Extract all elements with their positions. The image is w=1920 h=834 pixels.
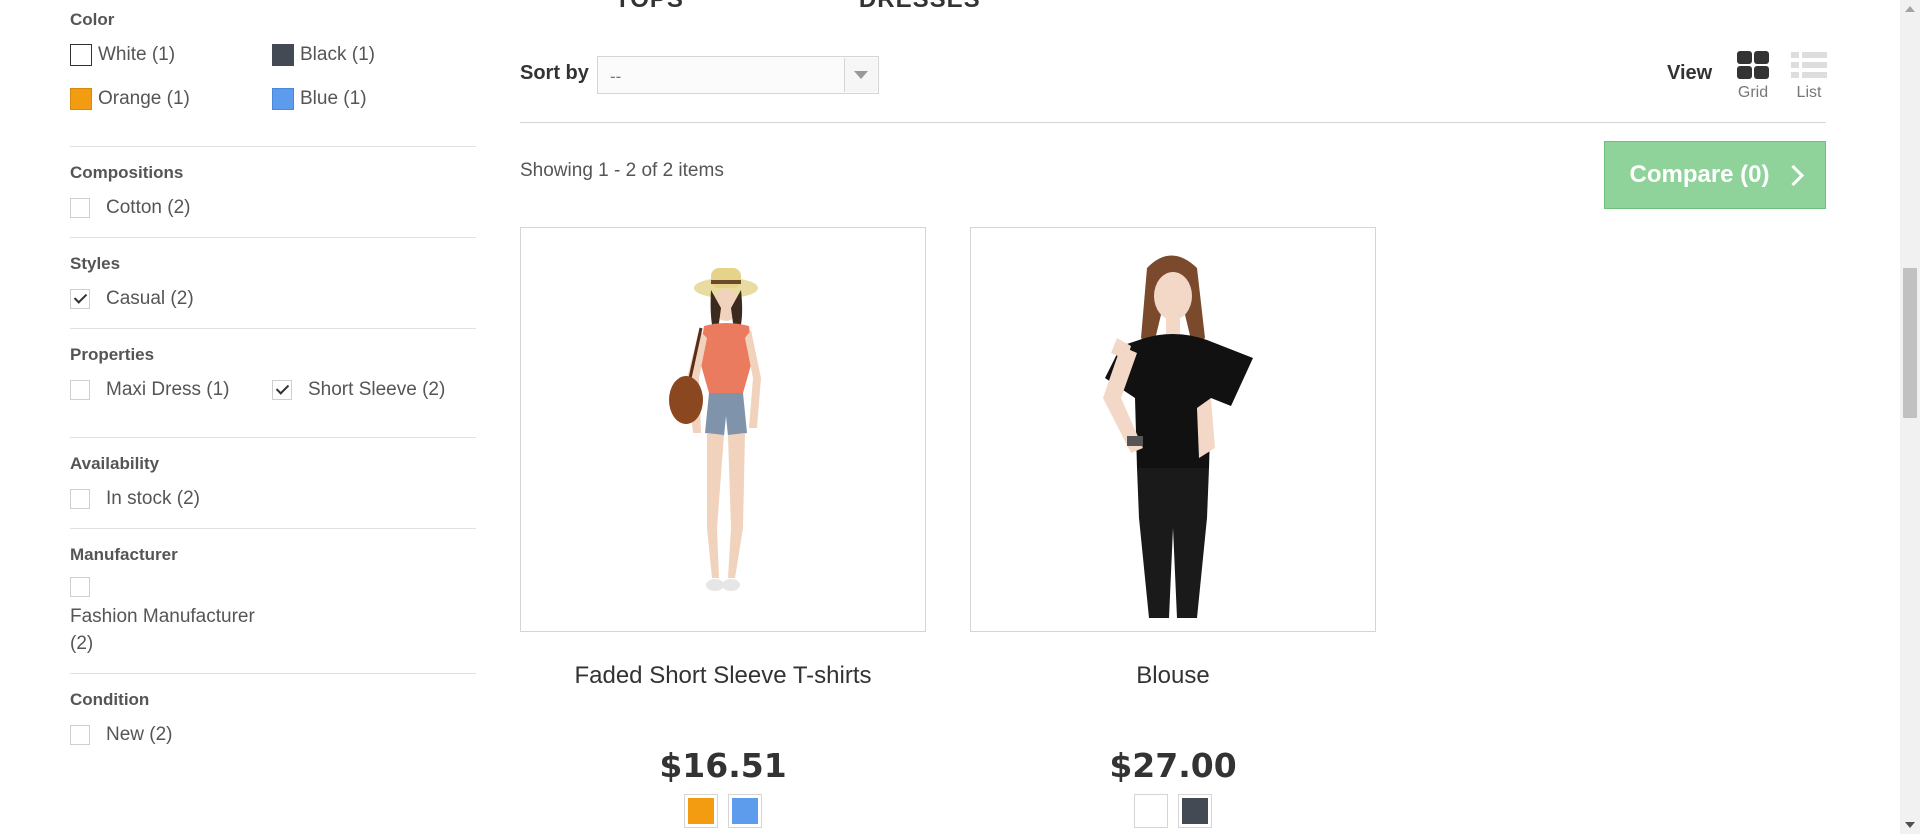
option-label: Orange (1) bbox=[98, 88, 190, 109]
filter-color: Color White (1) Black (1) Orange (1) Blu… bbox=[70, 0, 476, 147]
option-maxi-dress[interactable]: Maxi Dress (1) bbox=[70, 377, 272, 403]
product-photo-blouse bbox=[971, 228, 1375, 631]
page-scrollbar[interactable] bbox=[1900, 0, 1920, 834]
option-label: Blue (1) bbox=[300, 88, 367, 109]
filter-compositions: Compositions Cotton (2) bbox=[70, 163, 476, 238]
view-grid-label: Grid bbox=[1737, 84, 1769, 101]
filter-title: Styles bbox=[70, 254, 121, 273]
color-swatch[interactable] bbox=[70, 88, 92, 110]
option-cotton[interactable]: Cotton (2) bbox=[70, 195, 476, 221]
product-price: $16.51 bbox=[659, 746, 787, 785]
checkbox[interactable] bbox=[70, 489, 90, 509]
color-swatch[interactable] bbox=[272, 88, 294, 110]
option-label-line1: Fashion Manufacturer bbox=[70, 606, 255, 627]
option-label: In stock (2) bbox=[106, 488, 200, 509]
product-image[interactable] bbox=[520, 227, 926, 632]
product-card: Blouse $27.00 bbox=[970, 227, 1376, 828]
filter-sidebar: Color White (1) Black (1) Orange (1) Blu… bbox=[70, 0, 476, 780]
grid-icon bbox=[1736, 50, 1770, 80]
sort-select[interactable]: -- bbox=[597, 56, 879, 94]
color-swatch-blue[interactable] bbox=[728, 794, 762, 828]
option-short-sleeve[interactable]: Short Sleeve (2) bbox=[272, 377, 474, 403]
product-photo-tshirt bbox=[521, 228, 925, 631]
checkbox-checked[interactable] bbox=[272, 380, 292, 400]
color-option-orange[interactable]: Orange (1) bbox=[70, 86, 272, 112]
view-label: View bbox=[1667, 62, 1713, 84]
product-card: Faded Short Sleeve T-shirts $16.51 bbox=[520, 227, 926, 828]
option-label: New (2) bbox=[106, 724, 173, 745]
option-label-line2: (2) bbox=[70, 633, 94, 654]
option-label: Fashion Manufacturer (2) bbox=[70, 603, 476, 657]
sort-label: Sort by bbox=[520, 62, 589, 84]
list-icon bbox=[1791, 50, 1827, 80]
product-price: $27.00 bbox=[1109, 746, 1237, 785]
option-new[interactable]: New (2) bbox=[70, 722, 476, 748]
filter-title: Compositions bbox=[70, 163, 184, 182]
checkbox[interactable] bbox=[70, 577, 90, 597]
scroll-down-arrow-icon[interactable] bbox=[1905, 822, 1915, 828]
product-name[interactable]: Faded Short Sleeve T-shirts bbox=[520, 662, 926, 690]
color-swatch[interactable] bbox=[272, 44, 294, 66]
option-label: Maxi Dress (1) bbox=[106, 379, 230, 400]
checkbox[interactable] bbox=[70, 198, 90, 218]
product-image[interactable] bbox=[970, 227, 1376, 632]
filter-title: Properties bbox=[70, 345, 155, 364]
filter-title: Color bbox=[70, 10, 115, 29]
color-swatch[interactable] bbox=[70, 44, 92, 66]
chevron-down-icon[interactable] bbox=[844, 58, 877, 92]
view-list-button[interactable]: List bbox=[1791, 50, 1827, 102]
filter-properties: Properties Maxi Dress (1) Short Sleeve (… bbox=[70, 345, 476, 438]
filter-availability: Availability In stock (2) bbox=[70, 454, 476, 529]
view-grid-button[interactable]: Grid bbox=[1736, 50, 1770, 102]
product-color-list bbox=[970, 794, 1376, 828]
product-count: Showing 1 - 2 of 2 items bbox=[520, 160, 724, 181]
color-swatch-black[interactable] bbox=[1178, 794, 1212, 828]
product-name[interactable]: Blouse bbox=[970, 662, 1376, 690]
filter-styles: Styles Casual (2) bbox=[70, 254, 476, 329]
view-list-label: List bbox=[1796, 84, 1822, 101]
option-label: Black (1) bbox=[300, 44, 375, 65]
option-label: Short Sleeve (2) bbox=[308, 379, 446, 400]
filter-title: Manufacturer bbox=[70, 545, 178, 564]
option-label: Cotton (2) bbox=[106, 197, 191, 218]
filter-condition: Condition New (2) bbox=[70, 690, 476, 764]
sort-value: -- bbox=[610, 67, 622, 86]
filter-title: Availability bbox=[70, 454, 160, 473]
color-option-blue[interactable]: Blue (1) bbox=[272, 86, 474, 112]
option-fashion-manufacturer[interactable]: Fashion Manufacturer (2) bbox=[70, 577, 476, 657]
nav-dresses[interactable]: DRESSES bbox=[859, 0, 981, 13]
checkbox[interactable] bbox=[70, 380, 90, 400]
filter-manufacturer: Manufacturer Fashion Manufacturer (2) bbox=[70, 545, 476, 674]
checkbox[interactable] bbox=[70, 725, 90, 745]
color-option-white[interactable]: White (1) bbox=[70, 42, 272, 68]
option-casual[interactable]: Casual (2) bbox=[70, 286, 476, 312]
checkbox-checked[interactable] bbox=[70, 289, 90, 309]
color-swatch-orange[interactable] bbox=[684, 794, 718, 828]
color-swatch-white[interactable] bbox=[1134, 794, 1168, 828]
category-nav: TOPS DRESSES bbox=[615, 0, 1156, 14]
compare-label: Compare (0) bbox=[1629, 161, 1770, 188]
chevron-right-icon bbox=[1782, 164, 1804, 186]
scroll-up-arrow-icon[interactable] bbox=[1905, 6, 1915, 12]
nav-tops[interactable]: TOPS bbox=[615, 0, 684, 13]
option-label: White (1) bbox=[98, 44, 176, 65]
product-color-list bbox=[520, 794, 926, 828]
compare-button[interactable]: Compare (0) bbox=[1604, 141, 1826, 209]
option-label: Casual (2) bbox=[106, 288, 194, 309]
color-option-black[interactable]: Black (1) bbox=[272, 42, 474, 68]
filter-title: Condition bbox=[70, 690, 150, 709]
sort-bar: Sort by -- View Grid List bbox=[520, 48, 1827, 123]
scroll-thumb[interactable] bbox=[1903, 268, 1917, 418]
option-in-stock[interactable]: In stock (2) bbox=[70, 486, 476, 512]
